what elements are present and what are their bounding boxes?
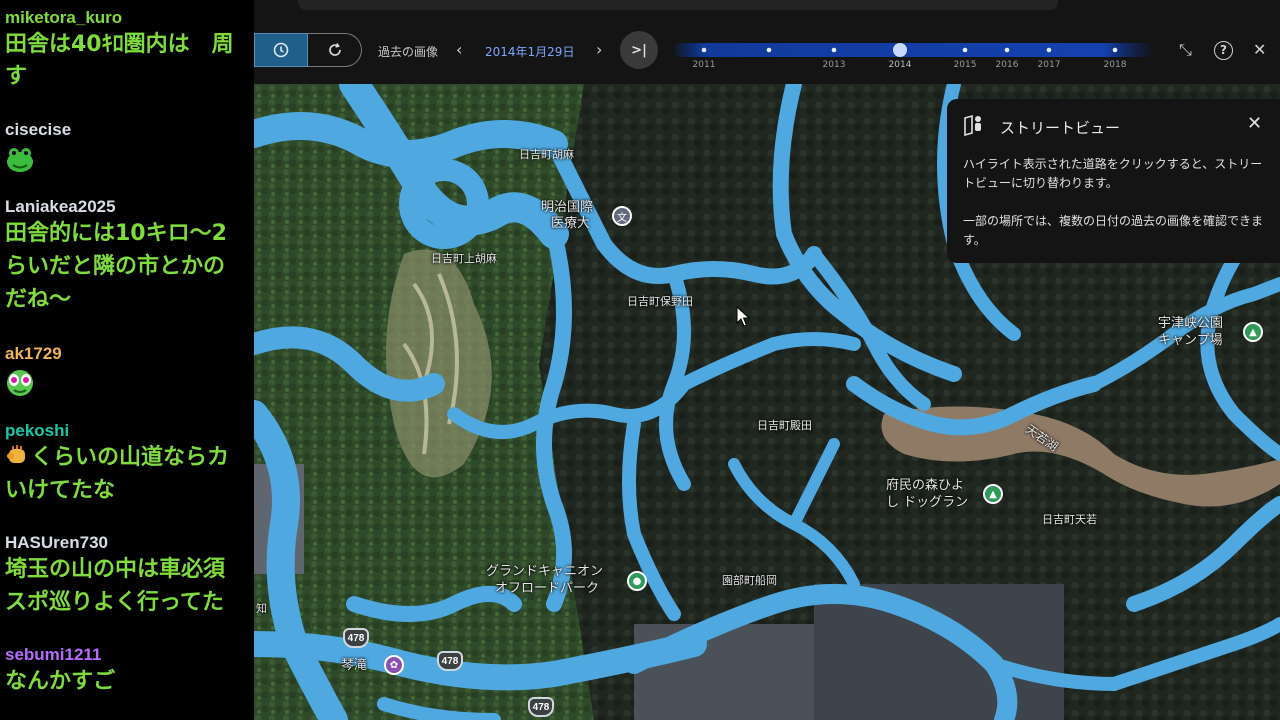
place-label: 明治国際 xyxy=(541,200,594,215)
chat-text-line: 田舎は40ｷﾛ圏内は 周 xyxy=(5,32,234,57)
attraction-pin-icon[interactable]: ✿ xyxy=(384,655,404,675)
timeline-dot[interactable] xyxy=(766,47,772,53)
chat-username[interactable]: pekoshi xyxy=(5,421,254,441)
chat-text-line: 田舎的には10キロ〜2 xyxy=(5,221,227,246)
timeline-track xyxy=(674,43,1152,57)
timeline-year-label[interactable]: 2011 xyxy=(693,60,716,70)
chat-message: sebumi1211 なんかすご xyxy=(5,645,254,698)
help-icon[interactable]: ? xyxy=(1214,41,1233,60)
history-mode-button[interactable] xyxy=(254,33,308,67)
chat-username[interactable]: Laniakea2025 xyxy=(5,197,254,217)
chat-message: Laniakea2025 田舎的には10キロ〜2 らいだと隣の市とかの だね〜 xyxy=(5,197,254,316)
timeline-selected-handle[interactable] xyxy=(893,43,907,57)
place-label: 府民の森ひよ xyxy=(886,478,965,493)
green-alien-emote xyxy=(7,370,33,396)
chat-text-line: す xyxy=(5,64,28,89)
timeline-dot[interactable] xyxy=(1046,47,1052,53)
chat-message: pekoshi くらいの山道ならカ いけてたな xyxy=(5,421,254,507)
street-view-description: ハイライト表示された道路をクリックすると、ストリートビューに切り替わります。 xyxy=(963,157,1263,190)
mouse-cursor-icon xyxy=(736,306,750,327)
chat-username[interactable]: cisecise xyxy=(5,120,254,140)
place-label: キャンプ場 xyxy=(1158,333,1223,348)
route-478-shield: 478 xyxy=(343,628,369,648)
place-label: グランドキャニオン xyxy=(486,564,604,579)
timeline-year-label[interactable]: 2018 xyxy=(1104,60,1127,70)
park-pin-icon[interactable]: ▲ xyxy=(983,484,1003,504)
place-label: 琴滝 xyxy=(341,658,368,673)
campground-pin-icon[interactable]: ▲ xyxy=(1243,322,1263,342)
chat-message: cisecise xyxy=(5,120,254,178)
route-478-shield: 478 xyxy=(437,651,463,671)
university-pin-icon[interactable]: 文 xyxy=(612,206,632,226)
place-label: 日吉町上胡麻 xyxy=(431,252,497,265)
chat-message: ak1729 xyxy=(5,344,254,402)
history-icon xyxy=(273,42,289,58)
search-strip xyxy=(298,0,1058,10)
refresh-mode-button[interactable] xyxy=(308,33,362,67)
place-label: 日吉町保野田 xyxy=(627,295,693,308)
place-label: し ドッグラン xyxy=(886,495,969,510)
timeline-dot[interactable] xyxy=(701,47,707,53)
street-view-icon xyxy=(964,114,981,136)
place-label: 日吉町胡麻 xyxy=(519,148,574,161)
chevron-left-icon[interactable]: ‹ xyxy=(456,40,462,59)
timeline-year-label[interactable]: 2015 xyxy=(954,60,977,70)
skip-to-latest-icon[interactable]: >| xyxy=(620,31,658,69)
minimize-icon[interactable]: ⤡ xyxy=(1179,40,1192,60)
timeline-dot[interactable] xyxy=(831,47,837,53)
chat-text-line: くらいの山道ならカ xyxy=(5,441,254,474)
timeline-year-label[interactable]: 2014 xyxy=(889,60,912,70)
place-label: 知 xyxy=(256,602,267,615)
street-view-popup: ストリートビュー ✕ ハイライト表示された道路をクリックすると、ストリートビュー… xyxy=(947,99,1280,263)
chat-text-line: だね〜 xyxy=(5,287,72,312)
timeline-dot[interactable] xyxy=(1112,47,1118,53)
route-478-shield: 478 xyxy=(528,697,554,717)
chat-message: miketora_kuro 田舎は40ｷﾛ圏内は 周 す xyxy=(5,8,254,93)
chat-text-line: いけてたな xyxy=(5,478,116,503)
imagery-date: 2014年1月29日 xyxy=(485,45,575,59)
close-icon[interactable]: ✕ xyxy=(1253,40,1266,59)
historical-imagery-toolbar: 過去の画像 ‹ 2014年1月29日 › >| 2011 2013 2014 2015… xyxy=(254,0,1280,84)
chat-panel: miketora_kuro 田舎は40ｷﾛ圏内は 周 す cisecise La… xyxy=(0,0,254,720)
green-frog-emote xyxy=(7,148,33,172)
chat-message: HASUren730 埼玉の山の中は車必須 スポ巡りよく行ってた xyxy=(5,533,254,619)
street-view-title: ストリートビュー xyxy=(1000,119,1121,137)
place-label: 日吉町天若 xyxy=(1042,513,1097,526)
chevron-right-icon[interactable]: › xyxy=(596,40,602,59)
street-view-note: 一部の場所では、複数の日付の過去の画像を確認できます。 xyxy=(963,214,1264,247)
place-label: 園部町船岡 xyxy=(722,574,777,587)
place-label: 宇津峡公園 xyxy=(1158,316,1224,331)
chat-text-line: 埼玉の山の中は車必須 xyxy=(5,557,226,582)
chat-username[interactable]: ak1729 xyxy=(5,344,254,364)
place-label: オフロードパーク xyxy=(495,581,600,596)
chat-username[interactable]: sebumi1211 xyxy=(5,645,254,665)
chat-text: くらいの山道ならカ xyxy=(31,445,230,470)
timeline-year-label[interactable]: 2013 xyxy=(823,60,846,70)
chat-text-line: らいだと隣の市とかの xyxy=(5,254,226,279)
chat-text-line: スポ巡りよく行ってた xyxy=(5,590,224,615)
timeline-year-label[interactable]: 2017 xyxy=(1038,60,1061,70)
chat-username[interactable]: miketora_kuro xyxy=(5,8,254,28)
refresh-icon xyxy=(328,43,341,56)
park-pin-icon[interactable]: ● xyxy=(627,571,647,591)
historical-imagery-label: 過去の画像 xyxy=(378,45,439,59)
timeline-dot[interactable] xyxy=(962,47,968,53)
place-label: 医療大 xyxy=(551,216,591,231)
chat-text-line: なんかすご xyxy=(5,669,116,694)
place-label: 日吉町殿田 xyxy=(757,419,812,432)
timeline-slider[interactable] xyxy=(674,42,1152,58)
close-icon[interactable]: ✕ xyxy=(1247,113,1262,134)
chat-username[interactable]: HASUren730 xyxy=(5,533,254,553)
fist-emote xyxy=(7,445,25,463)
timeline-year-label[interactable]: 2016 xyxy=(996,60,1019,70)
timeline-dot[interactable] xyxy=(1004,47,1010,53)
